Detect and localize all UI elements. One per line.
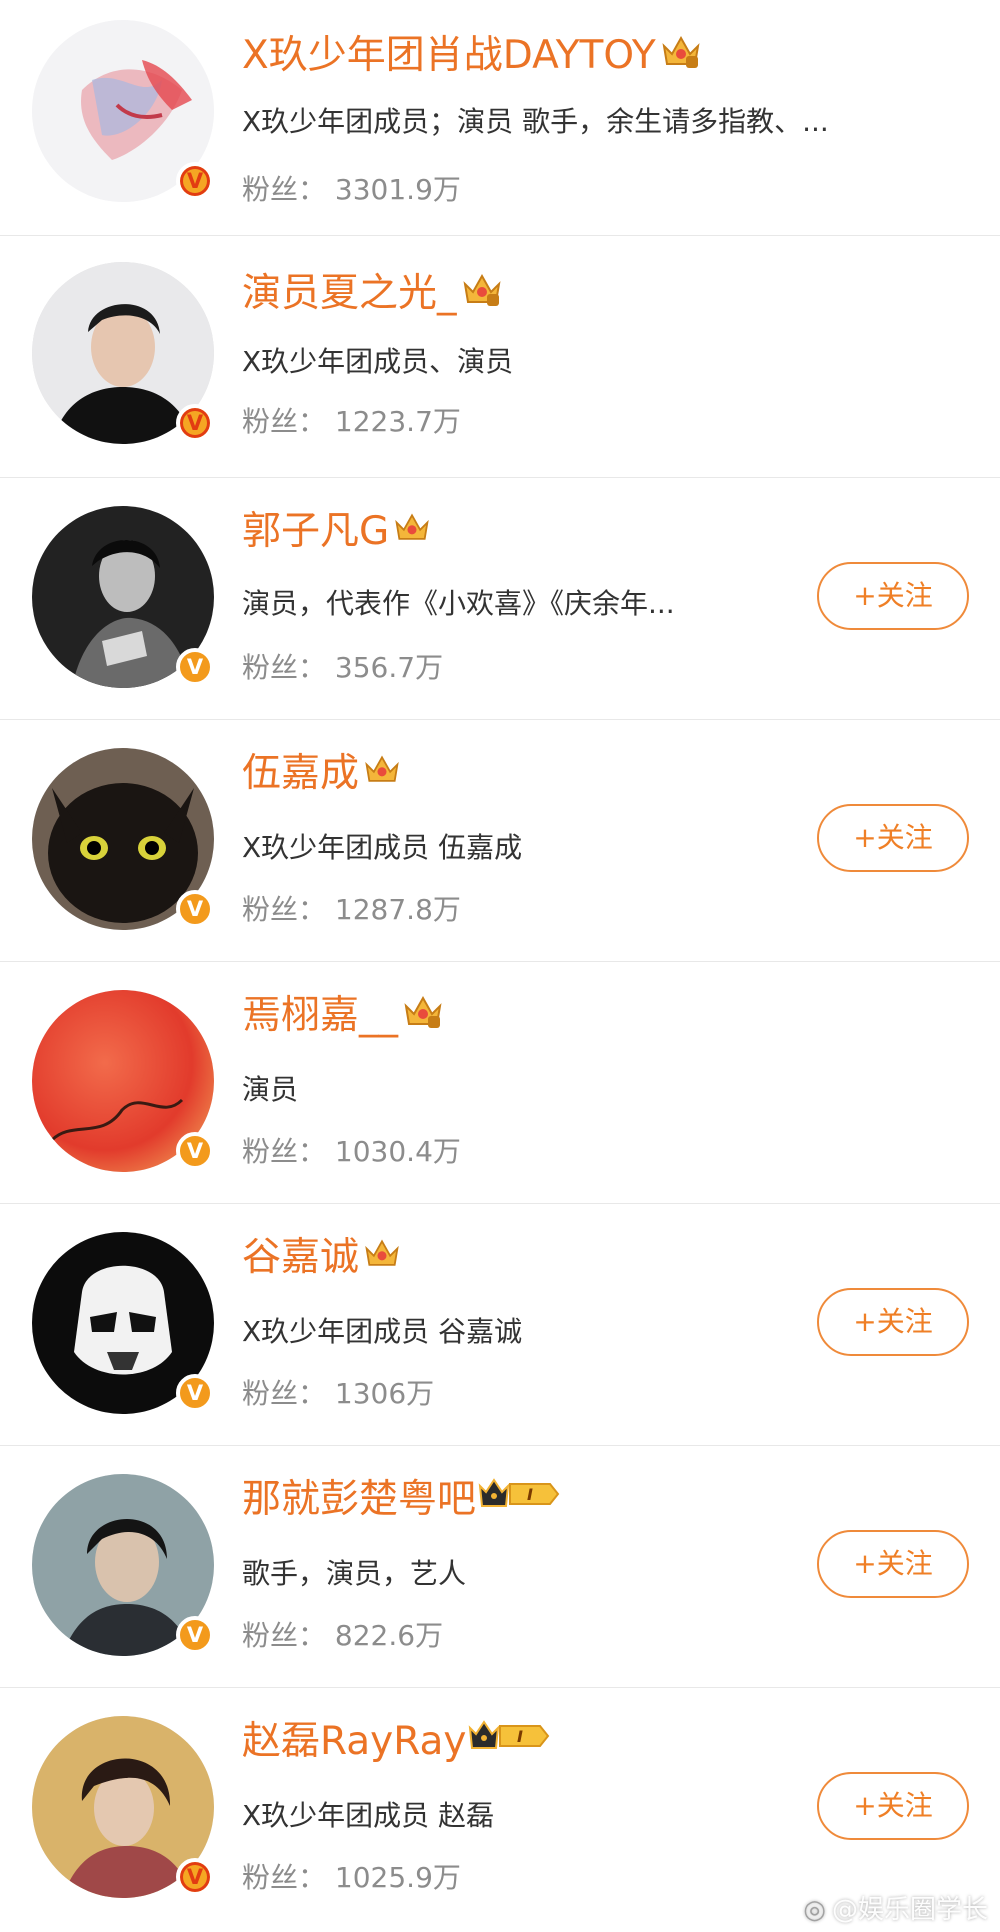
user-description: 演员，代表作《小欢喜》《庆余年... bbox=[242, 587, 675, 620]
fans-count: 粉丝： 822.6万 bbox=[242, 1619, 444, 1652]
list-item[interactable]: V 郭子凡G 演员，代表作《小欢喜》《庆余年... 粉丝： 356.7万 +关注 bbox=[0, 478, 1000, 720]
avatar[interactable]: V bbox=[32, 1474, 214, 1656]
crown-level-icon: I bbox=[468, 1718, 550, 1758]
avatar[interactable]: V bbox=[32, 20, 214, 202]
avatar[interactable]: V bbox=[32, 262, 214, 444]
crown-icon bbox=[461, 270, 503, 310]
user-description: X玖少年团成员；演员 歌手，余生请多指教、... bbox=[242, 105, 829, 138]
crown-icon bbox=[402, 992, 444, 1032]
verified-badge-icon: V bbox=[176, 404, 214, 442]
svg-text:I: I bbox=[517, 1727, 523, 1746]
list-item[interactable]: V 伍嘉成 X玖少年团成员 伍嘉成 粉丝： 1287.8万 +关注 bbox=[0, 720, 1000, 962]
user-name[interactable]: 焉栩嘉__ bbox=[242, 984, 398, 1040]
verified-badge-icon: V bbox=[176, 1132, 214, 1170]
avatar[interactable]: V bbox=[32, 506, 214, 688]
fans-count: 粉丝： 1025.9万 bbox=[242, 1861, 461, 1894]
user-list: V X玖少年团肖战DAYTOY X玖少年团成员；演员 歌手，余生请多指教、...… bbox=[0, 0, 1000, 1930]
crown-icon bbox=[660, 32, 702, 72]
user-description: X玖少年团成员、演员 bbox=[242, 345, 514, 378]
follow-button[interactable]: +关注 bbox=[817, 562, 969, 630]
user-name[interactable]: 那就彭楚粤吧 bbox=[242, 1468, 476, 1524]
verified-badge-icon: V bbox=[176, 162, 214, 200]
avatar[interactable]: V bbox=[32, 990, 214, 1172]
user-description: 歌手，演员，艺人 bbox=[242, 1557, 467, 1590]
user-name[interactable]: X玖少年团肖战DAYTOY bbox=[242, 24, 656, 80]
verified-badge-icon: V bbox=[176, 1858, 214, 1896]
list-item[interactable]: V X玖少年团肖战DAYTOY X玖少年团成员；演员 歌手，余生请多指教、...… bbox=[0, 0, 1000, 236]
user-name[interactable]: 谷嘉诚 bbox=[242, 1226, 359, 1282]
user-name[interactable]: 郭子凡G bbox=[242, 500, 389, 556]
user-name[interactable]: 演员夏之光_ bbox=[242, 262, 457, 318]
list-item[interactable]: V 那就彭楚粤吧 I 歌手，演员，艺人 粉丝： 822.6万 +关注 bbox=[0, 1446, 1000, 1688]
fans-count: 粉丝： 1223.7万 bbox=[242, 405, 461, 438]
weibo-icon: ◎ bbox=[803, 1895, 826, 1925]
crown-icon bbox=[393, 509, 431, 547]
user-description: X玖少年团成员 伍嘉成 bbox=[242, 831, 523, 864]
follow-button[interactable]: +关注 bbox=[817, 1288, 969, 1356]
verified-badge-icon: V bbox=[176, 648, 214, 686]
watermark: ◎ @娱乐圈学长 bbox=[803, 1895, 988, 1925]
fans-count: 粉丝： 1287.8万 bbox=[242, 893, 461, 926]
verified-badge-icon: V bbox=[176, 890, 214, 928]
user-description: 演员 bbox=[242, 1073, 299, 1106]
crown-level-icon: I bbox=[478, 1476, 560, 1516]
fans-count: 粉丝： 1306万 bbox=[242, 1377, 435, 1410]
avatar[interactable]: V bbox=[32, 748, 214, 930]
fans-count: 粉丝： 356.7万 bbox=[242, 651, 444, 684]
user-name[interactable]: 赵磊RayRay bbox=[242, 1710, 466, 1766]
follow-button[interactable]: +关注 bbox=[817, 804, 969, 872]
fans-count: 粉丝： 3301.9万 bbox=[242, 173, 461, 206]
avatar[interactable]: V bbox=[32, 1232, 214, 1414]
list-item[interactable]: V 演员夏之光_ X玖少年团成员、演员 粉丝： 1223.7万 bbox=[0, 236, 1000, 478]
crown-icon bbox=[363, 1235, 401, 1273]
follow-button[interactable]: +关注 bbox=[817, 1772, 969, 1840]
crown-icon bbox=[363, 751, 401, 789]
list-item[interactable]: V 谷嘉诚 X玖少年团成员 谷嘉诚 粉丝： 1306万 +关注 bbox=[0, 1204, 1000, 1446]
user-name[interactable]: 伍嘉成 bbox=[242, 742, 359, 798]
list-item[interactable]: V 焉栩嘉__ 演员 粉丝： 1030.4万 bbox=[0, 962, 1000, 1204]
follow-button[interactable]: +关注 bbox=[817, 1530, 969, 1598]
verified-badge-icon: V bbox=[176, 1616, 214, 1654]
svg-text:I: I bbox=[527, 1485, 533, 1504]
user-description: X玖少年团成员 谷嘉诚 bbox=[242, 1315, 523, 1348]
fans-count: 粉丝： 1030.4万 bbox=[242, 1135, 461, 1168]
user-description: X玖少年团成员 赵磊 bbox=[242, 1799, 495, 1832]
avatar[interactable]: V bbox=[32, 1716, 214, 1898]
verified-badge-icon: V bbox=[176, 1374, 214, 1412]
